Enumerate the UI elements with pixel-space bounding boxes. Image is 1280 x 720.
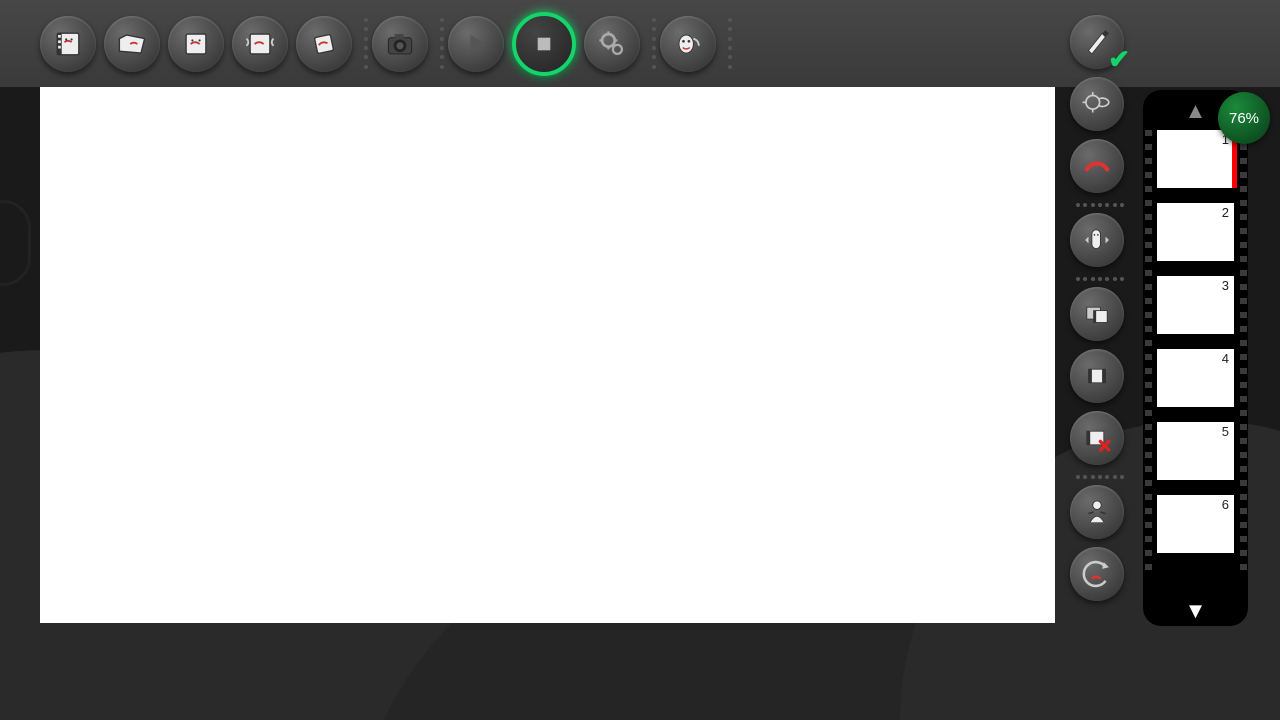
frame-number: 3 bbox=[1222, 278, 1229, 293]
play-button[interactable] bbox=[448, 16, 504, 72]
separator bbox=[1074, 277, 1126, 281]
separator bbox=[440, 16, 444, 72]
separator bbox=[364, 16, 368, 72]
frame-number: 5 bbox=[1222, 424, 1229, 439]
export-button[interactable] bbox=[296, 16, 352, 72]
redo-button[interactable] bbox=[1070, 547, 1124, 601]
right-toolbar: ✔ bbox=[1070, 15, 1130, 605]
brush-tool-button[interactable]: ✔ bbox=[1070, 15, 1124, 69]
drawing-canvas[interactable] bbox=[40, 87, 1055, 623]
frames-list: 1 2 3 4 5 6 bbox=[1157, 130, 1234, 553]
frame-number: 4 bbox=[1222, 351, 1229, 366]
save-project-button[interactable] bbox=[168, 16, 224, 72]
frame-thumb[interactable]: 5 bbox=[1157, 422, 1234, 480]
battery-indicator: 76% bbox=[1218, 92, 1270, 144]
frame-delete-button[interactable] bbox=[1070, 411, 1124, 465]
check-icon: ✔ bbox=[1108, 44, 1130, 75]
stop-button[interactable] bbox=[512, 12, 576, 76]
separator bbox=[1074, 203, 1126, 207]
undo-button[interactable] bbox=[1070, 139, 1124, 193]
frame-thumb[interactable]: 6 bbox=[1157, 495, 1234, 553]
frame-thumb[interactable]: 1 bbox=[1157, 130, 1234, 188]
filmstrip-panel: ▲ 1 2 3 4 5 6 ▼ bbox=[1143, 90, 1248, 626]
settings-button[interactable] bbox=[584, 16, 640, 72]
scroll-down-icon[interactable]: ▼ bbox=[1185, 598, 1207, 624]
frame-thumb[interactable]: 2 bbox=[1157, 203, 1234, 261]
separator bbox=[1074, 475, 1126, 479]
frame-thumb[interactable]: 4 bbox=[1157, 349, 1234, 407]
frame-number: 6 bbox=[1222, 497, 1229, 512]
scroll-up-icon[interactable]: ▲ bbox=[1185, 98, 1207, 124]
battery-percent: 76% bbox=[1229, 110, 1259, 127]
frame-move-button[interactable] bbox=[1070, 213, 1124, 267]
save-as-button[interactable] bbox=[232, 16, 288, 72]
onion-skin-button[interactable] bbox=[1070, 77, 1124, 131]
open-project-button[interactable] bbox=[104, 16, 160, 72]
new-project-button[interactable] bbox=[40, 16, 96, 72]
frame-number: 2 bbox=[1222, 205, 1229, 220]
share-button[interactable] bbox=[660, 16, 716, 72]
separator bbox=[728, 16, 732, 72]
frame-paste-button[interactable] bbox=[1070, 349, 1124, 403]
palette-handle[interactable] bbox=[0, 200, 31, 286]
separator bbox=[652, 16, 656, 72]
frame-copy-button[interactable] bbox=[1070, 287, 1124, 341]
camera-button[interactable] bbox=[372, 16, 428, 72]
character-button[interactable] bbox=[1070, 485, 1124, 539]
frame-thumb[interactable]: 3 bbox=[1157, 276, 1234, 334]
